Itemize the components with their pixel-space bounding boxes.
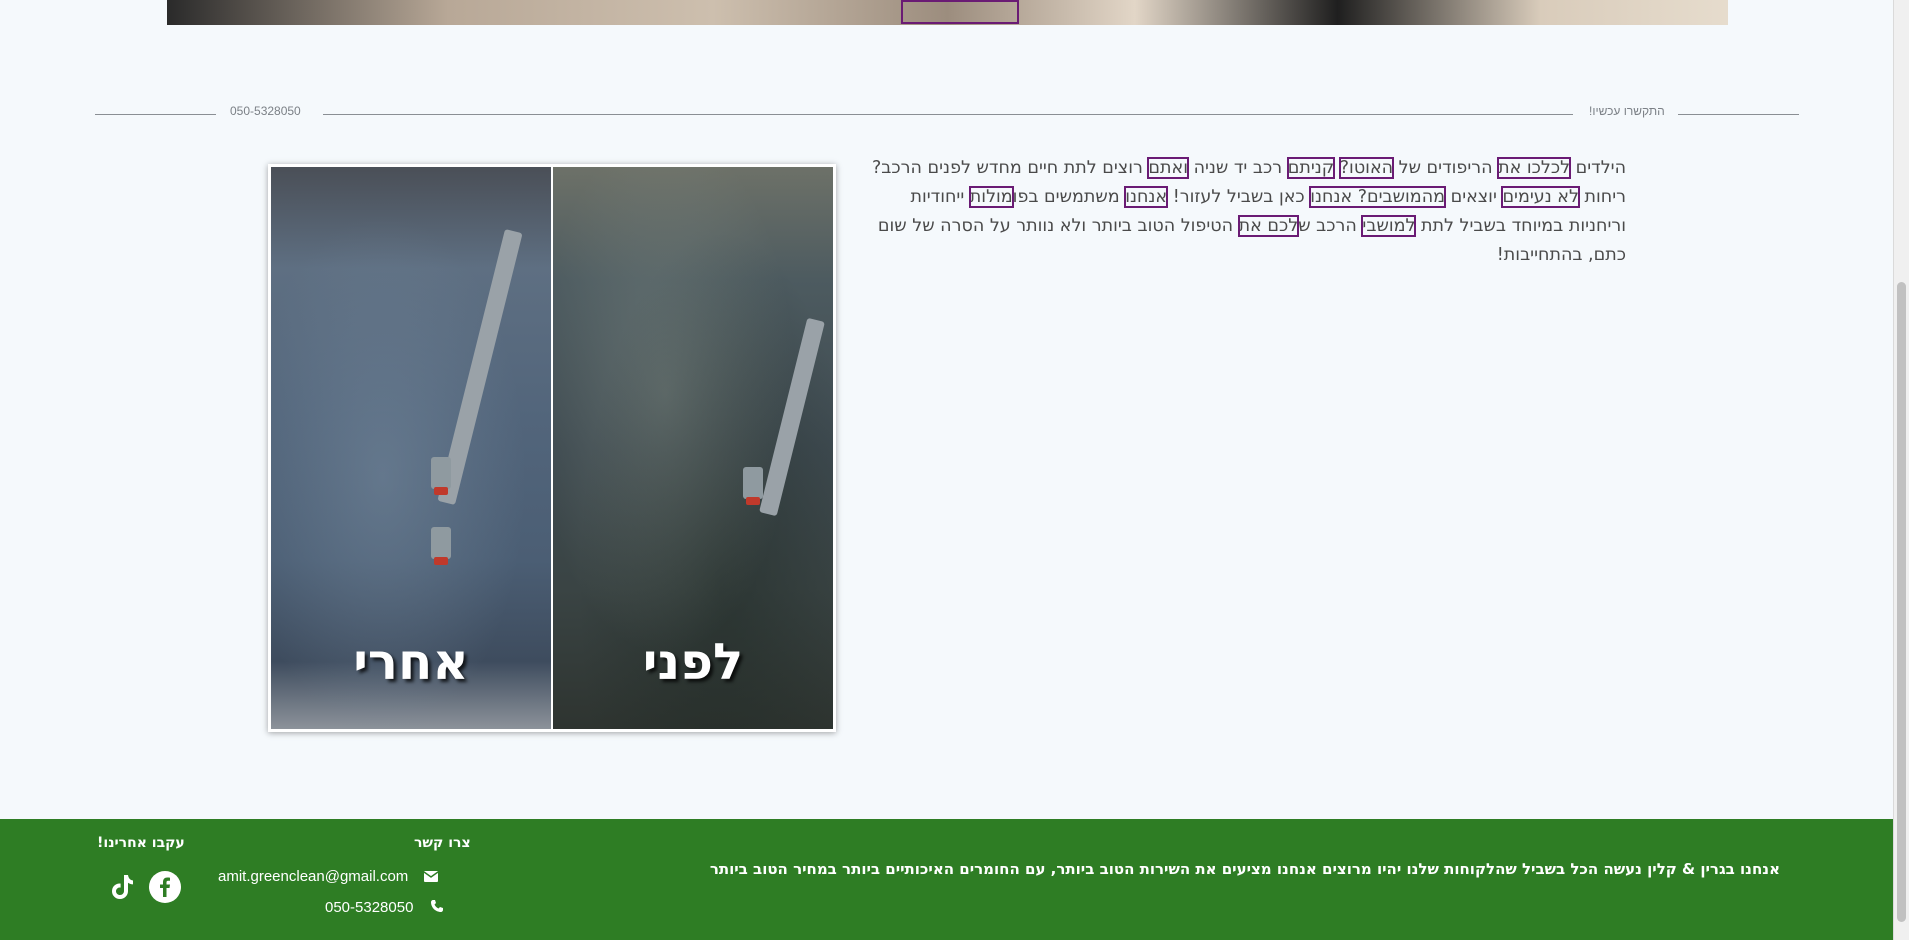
divider-phone-link[interactable]: 050-5328050 — [230, 104, 301, 118]
text-segment: משתמשים בפו — [1012, 187, 1126, 207]
after-photo: אחרי — [271, 167, 551, 729]
site-footer: אנחנו בגרין & קלין נעשה הכל בשביל שהלקוח… — [0, 819, 1894, 940]
highlighted-word: מהמושבים? אנחנו — [1309, 186, 1447, 208]
seatbelt — [759, 317, 825, 517]
seatbelt-buckle — [431, 457, 451, 495]
footer-tagline: אנחנו בגרין & קלין נעשה הכל בשביל שהלקוח… — [709, 860, 1780, 878]
selection-box — [901, 0, 1019, 24]
text-segment — [1334, 158, 1340, 178]
highlighted-word: אנחנו — [1124, 186, 1169, 208]
service-description: הילדים לכלכו את הריפודים של האוטו? קניתם… — [866, 154, 1626, 270]
before-label: לפני — [642, 633, 744, 691]
highlighted-word: האוטו? — [1338, 157, 1395, 179]
divider-line-right — [1678, 114, 1799, 115]
highlighted-word: לא נעימים — [1501, 186, 1580, 208]
tiktok-icon[interactable] — [106, 871, 138, 903]
text-segment: רכב יד שניה — [1188, 158, 1288, 178]
highlighted-word: לכלכו את — [1497, 157, 1572, 179]
contact-phone[interactable]: 050-5328050 — [325, 899, 413, 916]
scrollbar-thumb[interactable] — [1897, 282, 1906, 922]
facebook-icon[interactable] — [149, 871, 181, 903]
divider-line-middle — [323, 114, 1573, 115]
highlighted-word: קניתם — [1286, 157, 1336, 179]
divider-line-left — [95, 114, 216, 115]
text-segment: יוצאים — [1445, 187, 1503, 207]
top-image-strip — [167, 0, 1728, 25]
highlighted-word: ואתם — [1147, 157, 1189, 179]
envelope-icon — [424, 869, 439, 886]
contact-title: צרו קשר — [414, 835, 471, 851]
phone-icon — [430, 899, 444, 917]
text-segment: הריפודים של — [1393, 158, 1499, 178]
before-photo: לפני — [553, 167, 833, 729]
before-after-photo: אחרי לפני — [268, 164, 836, 732]
follow-title: עקבו אחרינו! — [97, 835, 185, 851]
seatbelt-buckle — [431, 527, 451, 565]
text-segment: הרכב ש — [1298, 216, 1363, 236]
contact-email[interactable]: amit.greenclean@gmail.com — [218, 868, 408, 885]
divider-call-now-text: התקשרו עכשיו! — [1589, 104, 1665, 118]
text-segment: הילדים — [1570, 158, 1626, 178]
highlighted-word: לכם את — [1237, 215, 1300, 237]
highlighted-word: למושבי — [1361, 215, 1417, 237]
seatbelt-buckle — [743, 467, 763, 505]
contact-email-row[interactable]: amit.greenclean@gmail.com — [218, 868, 439, 886]
text-segment: כאן בשביל לעזור! — [1167, 187, 1311, 207]
contact-phone-row[interactable]: 050-5328050 — [325, 899, 444, 917]
page-scrollbar[interactable] — [1893, 0, 1909, 940]
after-label: אחרי — [353, 633, 469, 691]
highlighted-word: מולות — [968, 186, 1014, 208]
